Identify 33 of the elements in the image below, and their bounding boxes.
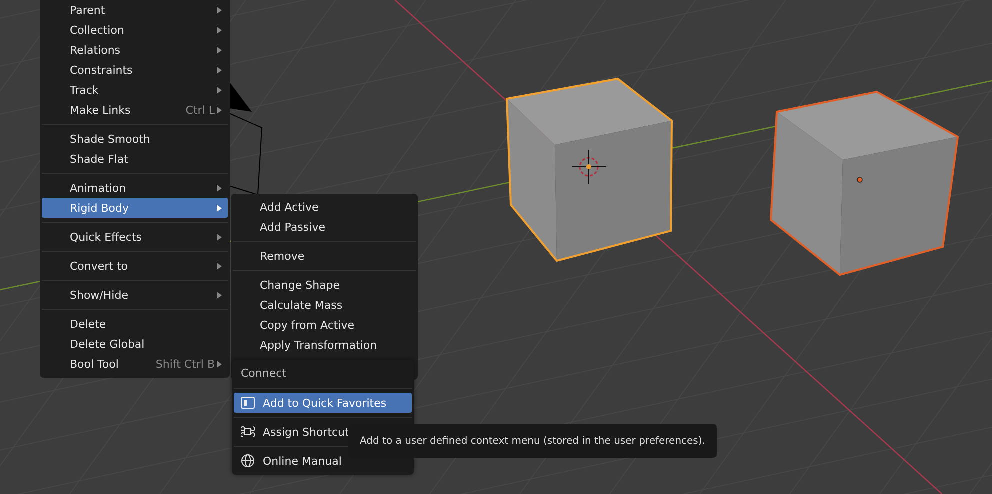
menu-item[interactable]: Make Links Ctrl L [42,100,228,120]
menu-item[interactable]: Parent [42,0,228,20]
menu-item[interactable]: Relations [42,40,228,60]
menu-item[interactable]: Add Active [233,197,416,217]
menu-item[interactable]: Constraints [42,60,228,80]
menu-item[interactable]: Animation [42,178,228,198]
menu-item[interactable]: Quick Effects [42,227,228,247]
menu-item[interactable]: Remove [233,246,416,266]
menu-item[interactable]: Calculate Mass [233,295,416,315]
menu-item[interactable]: Convert to [42,256,228,276]
favorites-icon [241,397,255,409]
menu-item[interactable]: Apply Transformation [233,335,416,355]
menu-title: Connect [240,366,288,382]
menu-item[interactable]: Delete Global [42,334,228,354]
cursor-icon [572,150,606,184]
tooltip: Add to a user defined context menu (stored in the user preferences). [348,424,718,458]
globe-icon [241,454,255,468]
menu-item[interactable]: Rigid Body [42,198,228,218]
menu-item[interactable]: Bool Tool Shift Ctrl B [42,354,228,374]
menu-item[interactable]: Collection [42,20,228,40]
menu-item[interactable]: Shade Flat [42,149,228,169]
menu-item[interactable]: Change Shape [233,275,416,295]
menu-item[interactable]: Add Passive [233,217,416,237]
menu-item[interactable]: Track [42,80,228,100]
menu-item[interactable]: Copy from Active [233,315,416,335]
menu-item[interactable]: Show/Hide [42,285,228,305]
menu-item[interactable]: Shade Smooth [42,129,228,149]
shortcut-label: Shift Ctrl B [156,358,215,370]
origin-dot-icon [857,177,863,183]
menu-item[interactable]: Delete [42,314,228,334]
menu-item[interactable]: Add to Quick Favorites [234,393,412,413]
shortcut-label: Ctrl L [186,104,215,116]
keyboard-shortcut-icon [241,425,255,439]
